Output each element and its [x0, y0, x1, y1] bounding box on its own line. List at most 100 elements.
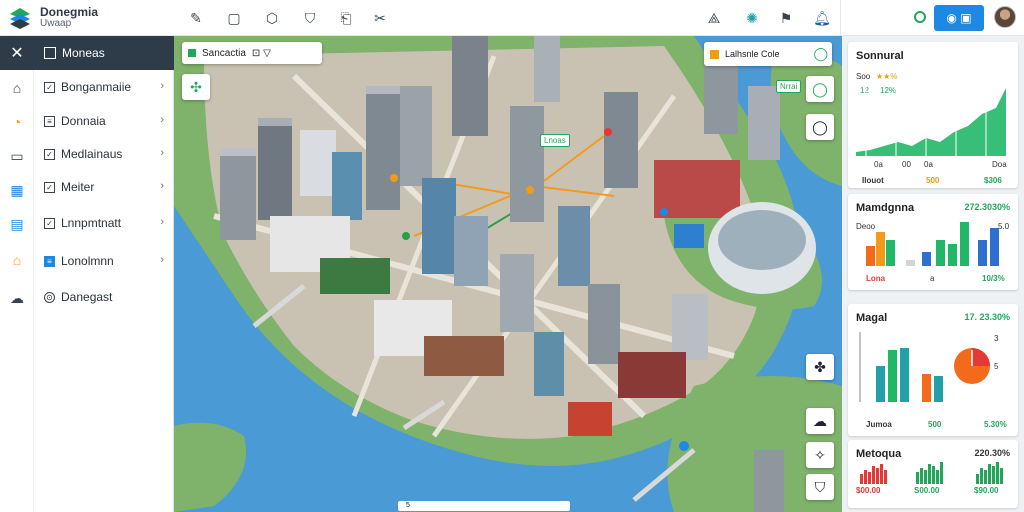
- bookmark-tool-icon[interactable]: ⎗: [336, 8, 356, 28]
- document-icon: ≡: [44, 255, 55, 267]
- filter-icon[interactable]: ⊡ ▽: [252, 48, 271, 59]
- app-brand: Donegmia Uwaap: [0, 0, 174, 36]
- card-footer-value: $90.00: [974, 486, 999, 495]
- legend-text: Lalhsnle Cole: [725, 49, 780, 59]
- layer-color-swatch: [188, 49, 196, 57]
- card-footer-value: S00.00: [914, 486, 940, 495]
- flag-icon[interactable]: ⚑: [776, 8, 796, 28]
- expand-icon[interactable]: ✤: [806, 354, 834, 380]
- monitoring-card[interactable]: Metoqua 220.30% $00.00 S00.00 $90.00: [848, 440, 1018, 508]
- chevron-right-icon: ›: [160, 80, 164, 92]
- card-footer-value: $306: [984, 176, 1002, 185]
- sidebar-header[interactable]: ✕ Moneas: [0, 36, 174, 70]
- scissors-tool-icon[interactable]: ✂: [370, 8, 390, 28]
- circle-tool-icon[interactable]: ◯: [806, 114, 834, 140]
- toolbar-divider: [840, 0, 841, 36]
- sidebar-item-6[interactable]: ≡ Lonolmnn ›: [34, 244, 174, 278]
- cloud-tool-icon[interactable]: ☁: [806, 408, 834, 434]
- building-icon[interactable]: ▤: [7, 214, 27, 234]
- polygon-tool-icon[interactable]: ⬡: [262, 8, 282, 28]
- cloud-rail-icon[interactable]: ☁: [7, 288, 27, 308]
- chevron-right-icon: ›: [160, 147, 164, 159]
- sidebar-item-label: Lnnpmtnatt: [61, 216, 122, 230]
- map-search-box[interactable]: Sancactia ⊡ ▽: [182, 42, 322, 64]
- app-title: Donegmia: [40, 4, 99, 19]
- card-footer-value: 5.30%: [984, 420, 1007, 429]
- gauge-chart: [954, 348, 990, 384]
- legend-toggle-icon[interactable]: ◯: [813, 46, 828, 62]
- sidebar-item-7[interactable]: ⊙ Danegast: [34, 280, 174, 314]
- card-footer-value: 10/3%: [982, 274, 1005, 283]
- app-subtitle: Uwaap: [40, 17, 72, 29]
- analytics-panel: Sonnural Soo ★★% 12 12% 0a 00 0a Doa Ilo…: [842, 36, 1024, 512]
- card-title: Magal: [856, 312, 888, 324]
- sidebar-item-4[interactable]: ✓ Meiter ›: [34, 170, 174, 204]
- summary-card[interactable]: Sonnural Soo ★★% 12 12% 0a 00 0a Doa Ilo…: [848, 42, 1018, 188]
- draw-tool-icon[interactable]: ✎: [186, 8, 206, 28]
- axis-label: 0a: [874, 160, 883, 169]
- square-tool-icon[interactable]: ▢: [224, 8, 244, 28]
- sidebar: ⌂ ◔ ▭ ▦ ▤ ⌂ ☁ ✕ Moneas ✓ Bonganmaiie › ≡…: [0, 36, 174, 512]
- avatar[interactable]: [994, 6, 1016, 28]
- checkbox-icon: ✓: [44, 217, 55, 229]
- shield-map-icon[interactable]: ⛉: [806, 474, 834, 500]
- card-footer-label: Jumoa: [866, 420, 892, 429]
- sidebar-item-label: Meiter: [61, 180, 95, 194]
- sidebar-item-3[interactable]: ✓ Medlainaus ›: [34, 137, 174, 171]
- map-search-label: Sancactia: [202, 47, 246, 59]
- compass-icon[interactable]: ✺: [742, 8, 762, 28]
- status-indicator-icon: [914, 11, 926, 23]
- sparkline-bars: [860, 462, 1003, 484]
- map-status-bar: 5: [398, 501, 570, 511]
- sidebar-item-label: Medlainaus: [61, 147, 123, 161]
- close-icon[interactable]: ✕: [0, 43, 34, 63]
- axis-label: 00: [902, 160, 911, 169]
- layers-icon[interactable]: ⟁: [704, 8, 724, 28]
- card-value: 220.30%: [974, 448, 1010, 458]
- notification-icon[interactable]: 🔔︎: [812, 8, 832, 28]
- chevron-right-icon: ›: [160, 216, 164, 228]
- metrics-card[interactable]: Mamdgnna 272.3030% Deoo 5.0 Lona a 10/3%: [848, 194, 1018, 290]
- sidebar-item-5[interactable]: ✓ Lnnpmtnatt ›: [34, 206, 174, 240]
- locate-tool-icon[interactable]: ✣: [182, 74, 210, 100]
- axis-label: Doa: [992, 160, 1007, 169]
- bar-chart: [859, 332, 943, 402]
- home-icon[interactable]: ⌂: [7, 78, 27, 98]
- folder-icon[interactable]: ▭: [7, 146, 27, 166]
- card-row-label: Soo: [856, 72, 871, 81]
- card-value: 17. 23.30%: [964, 312, 1010, 322]
- axis-label: 0a: [924, 160, 933, 169]
- area-chart: [856, 86, 1006, 156]
- shield-tool-icon[interactable]: ⛉: [300, 8, 320, 28]
- map-legend[interactable]: Lalhsnle Cole ◯: [704, 42, 832, 66]
- sidebar-item-label: Danegast: [61, 290, 113, 304]
- legend-swatch: [710, 49, 719, 59]
- calendar-icon[interactable]: ▦: [7, 180, 27, 200]
- map-label-2[interactable]: Nrrai: [776, 80, 802, 93]
- checkbox-icon: ✓: [44, 148, 55, 160]
- header-checkbox[interactable]: [44, 47, 56, 59]
- view-mode-button[interactable]: ◉ ▣: [934, 5, 984, 31]
- card-footer-value: 500: [928, 420, 942, 429]
- card-footer-value: 500: [926, 176, 940, 185]
- clock-icon[interactable]: ◔: [7, 112, 27, 132]
- city-map-view[interactable]: Sancactia ⊡ ▽ ✣ Lalhsnle Cole ◯ Lnoas Nr…: [174, 36, 842, 512]
- cloud-icon: ⊙: [44, 291, 55, 303]
- map-label-1[interactable]: Lnoas: [540, 134, 570, 147]
- magic-tool-icon[interactable]: ✧: [806, 442, 834, 468]
- icon-rail: ⌂ ◔ ▭ ▦ ▤ ⌂ ☁: [0, 36, 34, 512]
- house-icon[interactable]: ⌂: [7, 250, 27, 270]
- checkbox-icon: ≡: [44, 115, 55, 127]
- refresh-icon[interactable]: ◯: [806, 76, 834, 102]
- checkbox-icon: ✓: [44, 181, 55, 193]
- gauge-tick: 3: [994, 334, 999, 343]
- checkbox-icon: ✓: [44, 81, 55, 93]
- sidebar-item-2[interactable]: ≡ Donnaia ›: [34, 104, 174, 138]
- magnitude-card[interactable]: Magal 17. 23.30% 3 5 Jumoa 500 5.30%: [848, 304, 1018, 436]
- sidebar-item-1[interactable]: ✓ Bonganmaiie ›: [34, 70, 174, 104]
- gauge-tick: 5: [994, 362, 999, 371]
- bar-chart: [866, 222, 999, 266]
- card-footer-label: Lona: [866, 274, 886, 283]
- sidebar-item-label: Donnaia: [61, 114, 106, 128]
- rating-stars-icon: ★★%: [876, 72, 898, 81]
